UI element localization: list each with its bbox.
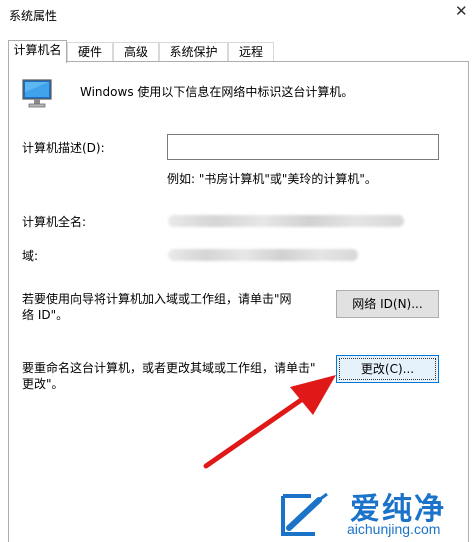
tab-computer-name[interactable]: 计算机名 [8, 40, 67, 63]
watermark-logo-icon [281, 492, 328, 536]
red-arrow-annotation [203, 375, 336, 469]
watermark-url: aichunjing.com [347, 521, 441, 537]
